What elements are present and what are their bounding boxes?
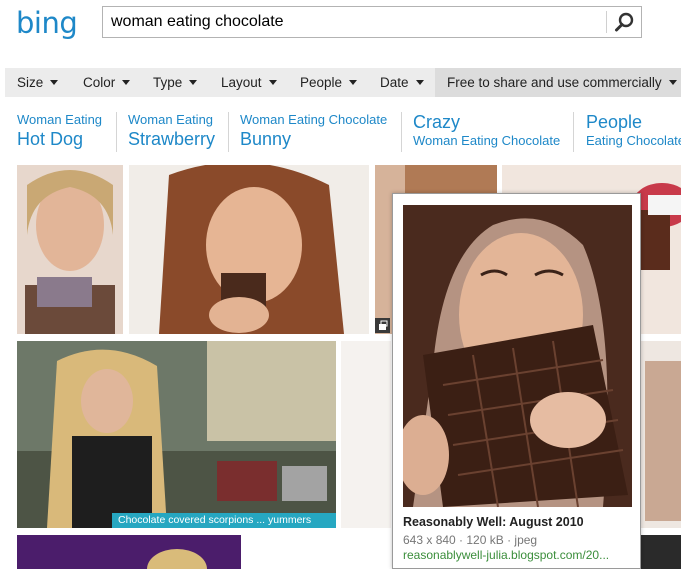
search-button[interactable] <box>611 9 639 35</box>
image-result-5[interactable]: Chocolate covered scorpions ... yummers <box>17 341 336 528</box>
preview-thumbnail <box>403 205 632 507</box>
image-result-7[interactable] <box>640 341 681 528</box>
image-preview-popup[interactable]: Reasonably Well: August 2010 643 x 840 ·… <box>392 193 641 569</box>
caret-down-icon <box>268 80 277 85</box>
filter-label: Color <box>83 75 116 90</box>
related-search-strawberry[interactable]: Woman Eating Strawberry <box>128 112 215 154</box>
popup-source-url[interactable]: reasonablywell-julia.blogspot.com/20... <box>403 548 609 562</box>
image-result-1[interactable] <box>17 165 123 334</box>
caret-down-icon <box>189 80 198 85</box>
image-thumbnail <box>341 341 391 528</box>
image-result-8[interactable] <box>17 535 241 569</box>
search-icon <box>615 12 634 32</box>
logo-text: bing <box>16 6 78 40</box>
filter-label: Size <box>17 75 44 90</box>
caret-down-icon <box>122 80 131 85</box>
popup-title[interactable]: Reasonably Well: August 2010 <box>403 515 584 529</box>
image-thumbnail <box>17 341 336 528</box>
filter-size[interactable]: Size <box>17 68 59 97</box>
expand-icon[interactable] <box>375 318 390 333</box>
filter-layout[interactable]: Layout <box>221 68 277 97</box>
popup-meta: 643 x 840 · 120 kB · jpeg <box>403 533 538 547</box>
caret-down-icon <box>50 80 59 85</box>
caret-down-icon <box>349 80 358 85</box>
filter-label: People <box>300 75 343 90</box>
related-divider <box>228 112 229 152</box>
related-big: Bunny <box>240 129 292 149</box>
image-thumbnail <box>17 535 241 569</box>
related-divider <box>116 112 117 152</box>
search-input[interactable] <box>111 12 601 32</box>
image-thumbnail <box>129 165 369 334</box>
related-divider <box>401 112 402 152</box>
related-small: Woman Eating <box>17 112 103 127</box>
related-small: Woman Eating Chocolate <box>240 112 388 127</box>
filter-type[interactable]: Type <box>153 68 198 97</box>
related-small: Eating Chocolate <box>586 133 681 148</box>
preview-image[interactable] <box>403 205 632 507</box>
filter-people[interactable]: People <box>300 68 358 97</box>
caret-down-icon <box>668 80 677 85</box>
filter-label: Layout <box>221 75 262 90</box>
related-search-crazy[interactable]: Crazy Woman Eating Chocolate <box>413 112 560 154</box>
image-result-2[interactable] <box>129 165 369 334</box>
filter-label: Free to share and use commercially <box>447 75 662 90</box>
image-thumbnail <box>640 535 681 569</box>
related-search-bunny[interactable]: Woman Eating Chocolate Bunny <box>240 112 387 154</box>
related-small: Woman Eating Chocolate <box>413 133 561 148</box>
related-small: Woman Eating <box>128 112 214 127</box>
expand-glyph <box>379 320 388 330</box>
image-result-6[interactable] <box>341 341 391 528</box>
filter-label: Type <box>153 75 183 90</box>
filter-license[interactable]: Free to share and use commercially <box>435 68 681 97</box>
filter-date[interactable]: Date <box>380 68 424 97</box>
image-thumbnail <box>640 341 681 528</box>
caret-down-icon <box>415 80 424 85</box>
filter-bar: Size Color Type Layout People Date Free … <box>5 68 681 97</box>
search-box[interactable] <box>102 6 642 38</box>
filter-label: Date <box>380 75 409 90</box>
related-search-hot-dog[interactable]: Woman Eating Hot Dog <box>17 112 102 154</box>
image-thumbnail <box>17 165 123 334</box>
related-big: People <box>586 112 643 132</box>
related-big: Crazy <box>413 112 461 132</box>
image-result-9[interactable] <box>640 535 681 569</box>
search-divider <box>606 11 607 33</box>
image-caption: Chocolate covered scorpions ... yummers <box>112 513 336 528</box>
related-search-people[interactable]: People Eating Chocolate <box>586 112 681 154</box>
related-big: Hot Dog <box>17 129 84 149</box>
filter-color[interactable]: Color <box>83 68 131 97</box>
related-big: Strawberry <box>128 129 216 149</box>
bing-logo[interactable]: bing <box>16 6 78 40</box>
related-divider <box>573 112 574 152</box>
